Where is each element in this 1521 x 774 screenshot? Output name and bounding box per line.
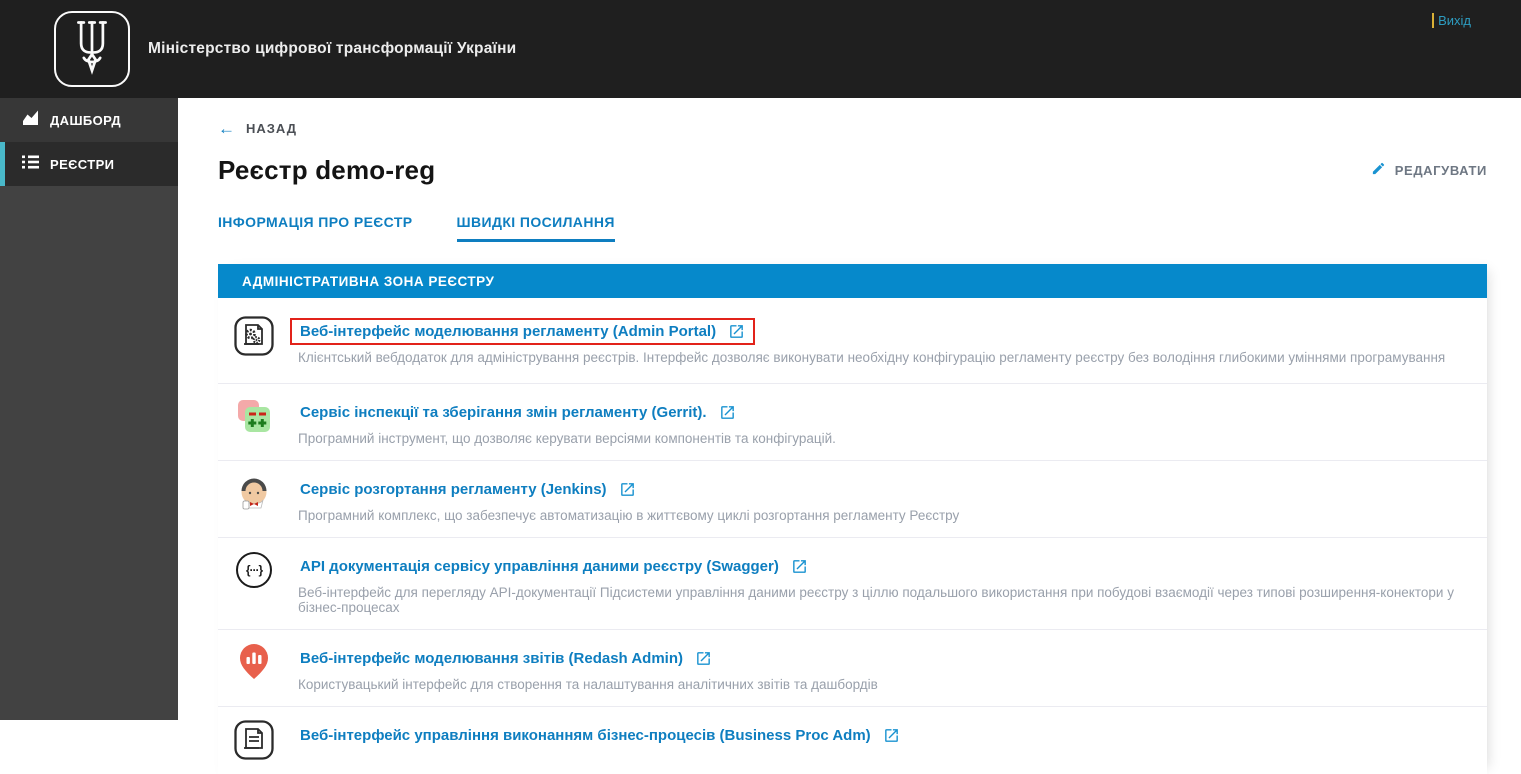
quick-link-row: Сервіс розгортання регламенту (Jenkins) … (218, 461, 1487, 538)
top-header: Міністерство цифрової трансформації Укра… (0, 0, 1521, 98)
ministry-logo (54, 11, 130, 87)
quick-link-row: {···} API документація сервісу управлінн… (218, 538, 1487, 630)
quick-link-title-wrap: Веб-інтерфейс моделювання регламенту (Ad… (290, 318, 755, 345)
quick-link-description: Програмний комплекс, що забезпечує автом… (298, 508, 959, 523)
external-link-icon[interactable] (695, 650, 712, 667)
quick-links-card: АДМІНІСТРАТИВНА ЗОНА РЕЄСТРУ Веб-інтерфе… (218, 264, 1487, 774)
redash-chart-pin-icon (234, 643, 274, 681)
back-button[interactable]: ← НАЗАД (218, 120, 297, 137)
ukraine-trident-icon (70, 18, 114, 81)
quick-link[interactable]: Веб-інтерфейс моделювання регламенту (Ad… (300, 323, 716, 340)
scroll-gears-icon (234, 316, 274, 356)
sidebar-item-registries[interactable]: РЕЄСТРИ (0, 142, 178, 186)
tab-quick-links[interactable]: ШВИДКІ ПОСИЛАННЯ (457, 214, 615, 242)
back-arrow-icon: ← (218, 120, 235, 137)
external-link-icon[interactable] (883, 727, 900, 744)
quick-link-row: Веб-інтерфейс моделювання звітів (Redash… (218, 630, 1487, 707)
quick-link-title-wrap: Сервіс інспекції та зберігання змін регл… (290, 399, 746, 426)
quick-link[interactable]: API документація сервісу управління дани… (300, 558, 779, 575)
tab-bar: ІНФОРМАЦІЯ ПРО РЕЄСТР ШВИДКІ ПОСИЛАННЯ (218, 214, 1487, 242)
jenkins-butler-icon (234, 474, 274, 512)
quick-link-row: Сервіс інспекції та зберігання змін регл… (218, 384, 1487, 461)
main-content: ← НАЗАД Реєстр demo-reg РЕДАГУВАТИ ІНФОР… (178, 98, 1521, 720)
quick-link[interactable]: Веб-інтерфейс управління виконанням бізн… (300, 727, 871, 744)
quick-links-list: Веб-інтерфейс моделювання регламенту (Ad… (218, 298, 1487, 774)
scroll-icon (234, 720, 274, 760)
sidebar-nav: ДАШБОРД РЕЄСТРИ (0, 98, 178, 720)
quick-link-description: Веб-інтерфейс для перегляду API-документ… (298, 585, 1471, 615)
quick-link-title-wrap: Сервіс розгортання регламенту (Jenkins) (290, 476, 646, 503)
external-link-icon[interactable] (619, 481, 636, 498)
quick-link-description: Користувацький інтерфейс для створення т… (298, 677, 878, 692)
quick-link-description: Клієнтський вебдодаток для адмініструван… (298, 350, 1445, 365)
swagger-braces-icon: {···} (234, 551, 274, 589)
logout-label[interactable]: Вихід (1438, 13, 1471, 28)
edit-pencil-icon (1371, 161, 1386, 181)
quick-link-title-wrap: Веб-інтерфейс управління виконанням бізн… (290, 722, 910, 749)
external-link-icon[interactable] (791, 558, 808, 575)
quick-link-title-wrap: Веб-інтерфейс моделювання звітів (Redash… (290, 645, 722, 672)
logout-divider (1432, 13, 1434, 28)
ministry-title: Міністерство цифрової трансформації Укра… (148, 40, 516, 58)
section-header: АДМІНІСТРАТИВНА ЗОНА РЕЄСТРУ (218, 264, 1487, 298)
external-link-icon[interactable] (719, 404, 736, 421)
external-link-icon[interactable] (728, 323, 745, 340)
quick-link-row: Веб-інтерфейс моделювання регламенту (Ad… (218, 298, 1487, 384)
quick-link-row: Веб-інтерфейс управління виконанням бізн… (218, 707, 1487, 774)
edit-label: РЕДАГУВАТИ (1395, 163, 1487, 178)
back-label: НАЗАД (246, 121, 297, 136)
quick-link[interactable]: Веб-інтерфейс моделювання звітів (Redash… (300, 650, 683, 667)
quick-link[interactable]: Сервіс інспекції та зберігання змін регл… (300, 404, 707, 421)
edit-button[interactable]: РЕДАГУВАТИ (1371, 161, 1487, 181)
sidebar-item-dashboard[interactable]: ДАШБОРД (0, 98, 178, 142)
gerrit-diff-icon (234, 397, 274, 435)
dashboard-chart-icon (22, 110, 39, 131)
logout-link[interactable]: Вихід (1432, 13, 1471, 28)
page-title: Реєстр demo-reg (218, 155, 435, 186)
quick-link-title-wrap: API документація сервісу управління дани… (290, 553, 818, 580)
quick-link[interactable]: Сервіс розгортання регламенту (Jenkins) (300, 481, 607, 498)
registries-list-icon (22, 155, 39, 174)
tab-registry-info[interactable]: ІНФОРМАЦІЯ ПРО РЕЄСТР (218, 214, 413, 242)
quick-link-description: Програмний інструмент, що дозволяє керув… (298, 431, 836, 446)
